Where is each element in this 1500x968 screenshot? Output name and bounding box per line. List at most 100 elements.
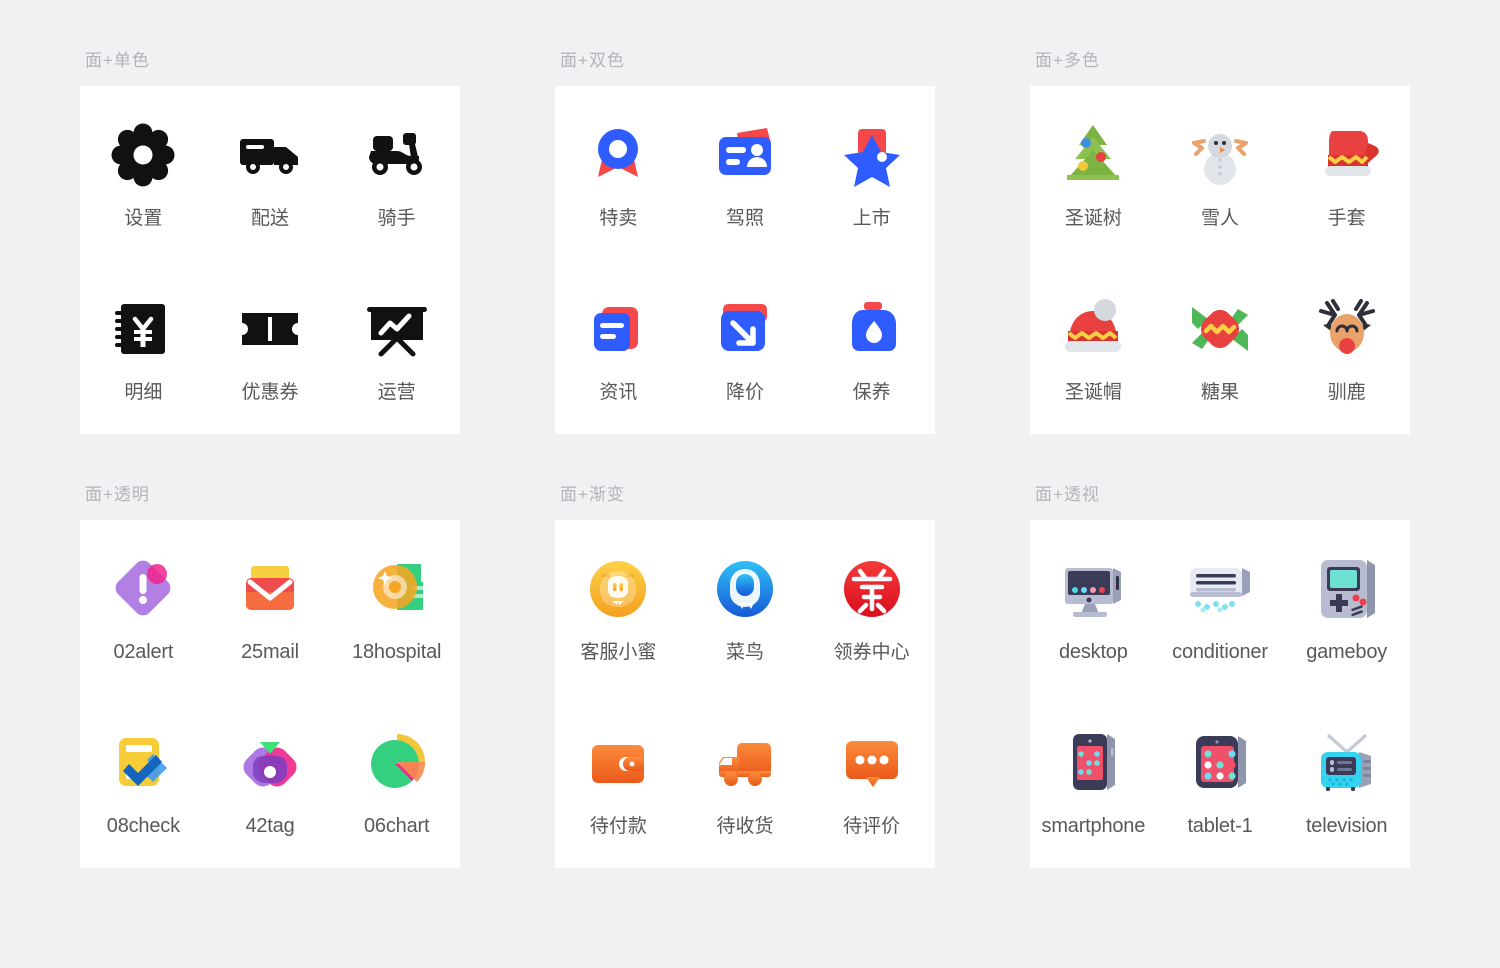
icon-cell[interactable]: 圣诞树	[1030, 86, 1157, 260]
icon-cell[interactable]: 02alert	[80, 520, 207, 694]
comment-bubble-icon[interactable]	[836, 727, 908, 799]
icon-cell[interactable]: 雪人	[1157, 86, 1284, 260]
icon-label: 25mail	[241, 641, 299, 663]
icon-cell[interactable]: 骑手	[333, 86, 460, 260]
santa-hat-icon[interactable]	[1057, 293, 1129, 365]
icon-card: 圣诞树 雪人 手套圣诞帽 糖果 驯鹿	[1030, 86, 1410, 434]
icon-cell[interactable]: 18hospital	[333, 520, 460, 694]
television-icon[interactable]	[1311, 726, 1383, 798]
price-drop-arrow-icon[interactable]	[709, 293, 781, 365]
cainiao-bird-icon[interactable]	[709, 553, 781, 625]
icon-cell[interactable]: desktop	[1030, 520, 1157, 694]
hospital-coin-icon[interactable]	[361, 552, 433, 624]
icon-cell[interactable]: 降价	[682, 260, 809, 434]
christmas-tree-icon[interactable]	[1057, 119, 1129, 191]
icon-label: 优惠券	[241, 381, 299, 403]
icon-label: 菜鸟	[725, 641, 764, 663]
icon-cell[interactable]: 25mail	[207, 520, 334, 694]
icon-cell[interactable]: 菜鸟	[682, 520, 809, 694]
checklist-icon[interactable]	[107, 726, 179, 798]
coupon-quan-icon[interactable]	[836, 553, 908, 625]
icon-card: 设置 配送 骑手 明细 优惠券 运营	[80, 86, 460, 434]
reindeer-icon[interactable]	[1311, 293, 1383, 365]
icon-label: tablet-1	[1187, 815, 1253, 837]
icon-cell[interactable]: 特卖	[555, 86, 682, 260]
icon-label: 客服小蜜	[580, 641, 657, 663]
icon-cell[interactable]: 08check	[80, 694, 207, 868]
medal-badge-icon[interactable]	[582, 119, 654, 191]
candy-icon[interactable]	[1184, 293, 1256, 365]
wallet-icon[interactable]	[582, 727, 654, 799]
icon-label: 08check	[106, 815, 180, 837]
icon-group-perspective: 面+透视 desktop conditioner gameboy smartphone t…	[1030, 484, 1410, 918]
icon-group-mono: 面+单色 设置 配送 骑手 明细 优惠券 运营	[80, 50, 460, 484]
yuan-ledger-icon[interactable]	[107, 293, 179, 365]
icon-label: 糖果	[1200, 381, 1239, 403]
star-launch-icon[interactable]	[836, 119, 908, 191]
group-title: 面+双色	[560, 51, 625, 70]
icon-cell[interactable]: 待收货	[682, 694, 809, 868]
gameboy-console-icon[interactable]	[1311, 552, 1383, 624]
icon-cell[interactable]: 保养	[808, 260, 935, 434]
icon-cell[interactable]: 领券中心	[808, 520, 935, 694]
icon-label: 降价	[725, 381, 764, 403]
icon-card: 特卖 驾照 上市资讯 降价 保养	[555, 86, 935, 434]
group-title: 面+渐变	[560, 485, 625, 504]
icon-cell[interactable]: smartphone	[1030, 694, 1157, 868]
icon-label: conditioner	[1172, 641, 1268, 663]
icon-cell[interactable]: 驾照	[682, 86, 809, 260]
icon-cell[interactable]: 资讯	[555, 260, 682, 434]
icon-cell[interactable]: 待付款	[555, 694, 682, 868]
news-document-icon[interactable]	[582, 293, 654, 365]
icon-cell[interactable]: 优惠券	[207, 260, 334, 434]
air-conditioner-icon[interactable]	[1184, 552, 1256, 624]
snowman-icon[interactable]	[1184, 119, 1256, 191]
oil-bottle-icon[interactable]	[836, 293, 908, 365]
coupon-ticket-icon[interactable]	[234, 293, 306, 365]
icon-cell[interactable]: 驯鹿	[1283, 260, 1410, 434]
icon-label: 圣诞树	[1064, 207, 1122, 229]
smartphone-icon[interactable]	[1057, 726, 1129, 798]
gear-icon[interactable]	[107, 119, 179, 191]
icon-label: 待评价	[843, 815, 901, 837]
icon-card: desktop conditioner gameboy smartphone table…	[1030, 520, 1410, 868]
mail-envelope-icon[interactable]	[234, 552, 306, 624]
icon-cell[interactable]: 圣诞帽	[1030, 260, 1157, 434]
service-pig-icon[interactable]	[582, 553, 654, 625]
icon-cell[interactable]: 糖果	[1157, 260, 1284, 434]
icon-label: 18hospital	[352, 641, 442, 663]
icon-label: 特卖	[599, 207, 638, 229]
icon-cell[interactable]: 明细	[80, 260, 207, 434]
icon-label: 雪人	[1200, 207, 1239, 229]
icon-label: 运营	[377, 381, 416, 403]
icon-cell[interactable]: 06chart	[333, 694, 460, 868]
mitten-glove-icon[interactable]	[1311, 119, 1383, 191]
icon-label: television	[1305, 815, 1388, 837]
icon-cell[interactable]: 配送	[207, 86, 334, 260]
tablet-icon[interactable]	[1184, 726, 1256, 798]
delivery-truck-icon[interactable]	[709, 727, 781, 799]
icon-cell[interactable]: 上市	[808, 86, 935, 260]
icon-label: 上市	[852, 207, 891, 229]
icon-cell[interactable]: 客服小蜜	[555, 520, 682, 694]
icon-cell[interactable]: 手套	[1283, 86, 1410, 260]
icon-label: 资讯	[599, 381, 638, 403]
alert-diamond-icon[interactable]	[107, 552, 179, 624]
icon-cell[interactable]: television	[1283, 694, 1410, 868]
drivers-license-icon[interactable]	[709, 119, 781, 191]
icon-cell[interactable]: 待评价	[808, 694, 935, 868]
icon-cell[interactable]: 设置	[80, 86, 207, 260]
truck-icon[interactable]	[234, 119, 306, 191]
desktop-computer-icon[interactable]	[1057, 552, 1129, 624]
icon-cell[interactable]: gameboy	[1283, 520, 1410, 694]
pie-chart-icon[interactable]	[361, 726, 433, 798]
icon-cell[interactable]: 运营	[333, 260, 460, 434]
icon-cell[interactable]: tablet-1	[1157, 694, 1284, 868]
tag-icon[interactable]	[234, 726, 306, 798]
icon-label: 06chart	[364, 815, 430, 837]
icon-cell[interactable]: 42tag	[207, 694, 334, 868]
icon-cell[interactable]: conditioner	[1157, 520, 1284, 694]
scooter-rider-icon[interactable]	[361, 119, 433, 191]
presentation-chart-icon[interactable]	[361, 293, 433, 365]
icon-label: 圣诞帽	[1064, 381, 1122, 403]
